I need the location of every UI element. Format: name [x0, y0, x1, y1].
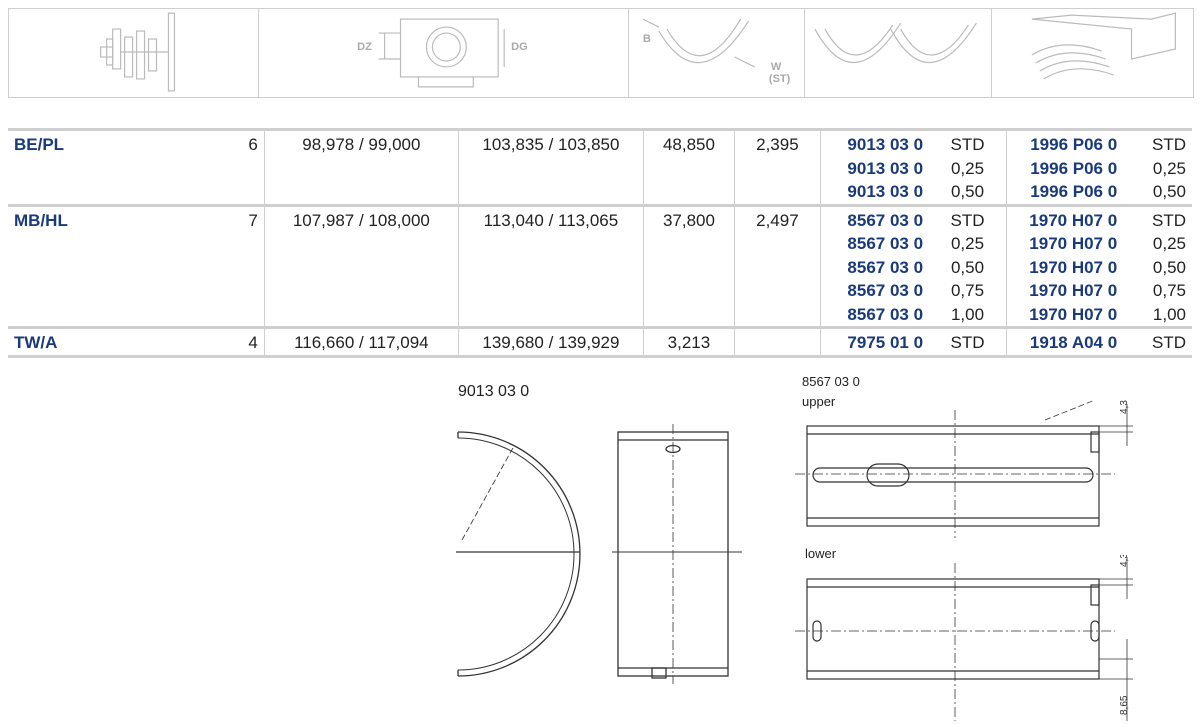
- part-number: 8567 03 0: [847, 304, 924, 324]
- row-size-b: STD 0,25 0,50 0,75 1,00: [1123, 203, 1192, 328]
- crankshaft-pictogram: [9, 9, 260, 97]
- part-number: 9013 03 0: [847, 182, 924, 201]
- size-value: 0,25: [1152, 158, 1186, 178]
- drawing-left-title: 9013 03 0: [458, 383, 530, 400]
- row-wall-thickness: [734, 326, 821, 358]
- dg-label: DG: [511, 41, 528, 53]
- bearing-shells-icon: [814, 22, 978, 64]
- row-width: 3,213: [643, 326, 735, 358]
- size-value: 1,00: [950, 304, 985, 324]
- part-number: 1970 H07 0: [1029, 210, 1118, 230]
- crankshaft-icon: [100, 12, 176, 92]
- row-qty: 6: [232, 128, 265, 205]
- size-value: STD: [1152, 135, 1186, 154]
- table-row: TW/A 4 116,660 / 117,094 139,680 / 139,9…: [8, 326, 1192, 358]
- row-width: 48,850: [643, 128, 735, 205]
- part-number: 1996 P06 0: [1030, 135, 1118, 154]
- size-value: STD: [950, 210, 985, 230]
- row-wall-thickness: 2,395: [734, 128, 821, 205]
- st-label: (ST): [768, 73, 791, 85]
- dim-upper: 4,3: [1119, 400, 1130, 414]
- size-value: 0,25: [1152, 234, 1186, 253]
- shell-pictogram: B W (ST): [629, 9, 806, 97]
- size-value: 1,00: [1152, 304, 1186, 324]
- header-pictograms: DZ DG B W (ST): [8, 8, 1194, 98]
- row-bore-diameter: 98,978 / 99,000: [264, 128, 459, 205]
- size-value: 0,50: [1152, 257, 1186, 277]
- thrust-washer-icon: [1031, 12, 1176, 80]
- size-value: 0,50: [950, 182, 985, 201]
- size-value: STD: [950, 135, 985, 154]
- part-number: 7975 01 0: [847, 333, 924, 352]
- dim-bottom: 8,65: [1119, 695, 1130, 715]
- row-size-b: STD 0,25 0,50: [1123, 128, 1192, 205]
- table-row: MB/HL 7 107,987 / 108,000 113,040 / 113,…: [8, 203, 1192, 328]
- dim-lower: 4,3: [1119, 555, 1130, 567]
- part-number: 9013 03 0: [847, 135, 924, 154]
- size-value: 0,50: [1152, 182, 1186, 201]
- row-bore-diameter: 116,660 / 117,094: [264, 326, 459, 358]
- row-part-b: 1918 A04 0: [1006, 326, 1124, 358]
- row-name: MB/HL: [8, 203, 233, 328]
- b-label: B: [642, 33, 651, 45]
- part-number: 8567 03 0: [847, 234, 924, 253]
- part-number: 8567 03 0: [847, 257, 924, 277]
- row-housing-diameter: 113,040 / 113,065: [458, 203, 644, 328]
- part-number: 9013 03 0: [847, 158, 924, 178]
- table-body: BE/PL 6 98,978 / 99,000 103,835 / 103,85…: [8, 128, 1192, 358]
- row-housing-diameter: 103,835 / 103,850: [458, 128, 644, 205]
- size-value: 0,25: [950, 158, 985, 178]
- thrust-washer-pictogram: [992, 9, 1193, 97]
- part-number: 1996 P06 0: [1030, 158, 1118, 178]
- row-part-a: 7975 01 0: [820, 326, 930, 358]
- row-name: TW/A: [8, 326, 233, 358]
- bore-pictogram: DZ DG: [259, 9, 629, 97]
- part-number: 8567 03 0: [847, 210, 924, 230]
- part-number: 1918 A04 0: [1029, 333, 1118, 352]
- part-number: 1970 H07 0: [1029, 234, 1118, 253]
- table-row: BE/PL 6 98,978 / 99,000 103,835 / 103,85…: [8, 128, 1192, 205]
- dz-label: DZ: [357, 41, 372, 53]
- shells-pair-pictogram: [805, 9, 992, 97]
- row-size-a: STD 0,25 0,50 0,75 1,00: [929, 203, 1007, 328]
- part-number: 1970 H07 0: [1029, 281, 1118, 300]
- drawing-right-title: 8567 03 0: [802, 374, 860, 389]
- row-wall-thickness: 2,497: [734, 203, 821, 328]
- size-value: 0,75: [950, 281, 985, 300]
- bore-diameter-icon: [378, 18, 505, 88]
- row-part-b: 1970 H07 0 1970 H07 0 1970 H07 0 1970 H0…: [1006, 203, 1124, 328]
- row-part-b: 1996 P06 0 1996 P06 0 1996 P06 0: [1006, 128, 1124, 205]
- part-number: 1970 H07 0: [1029, 257, 1118, 277]
- lower-shell-drawing: 4,3 8,65: [795, 555, 1133, 721]
- row-width: 37,800: [643, 203, 735, 328]
- size-value: STD: [1152, 333, 1186, 352]
- part-number: 1996 P06 0: [1030, 182, 1118, 201]
- row-part-a: 9013 03 0 9013 03 0 9013 03 0: [820, 128, 930, 205]
- part-number: 8567 03 0: [847, 281, 924, 300]
- row-bore-diameter: 107,987 / 108,000: [264, 203, 459, 328]
- upper-shell-drawing: 4,3: [795, 400, 1133, 538]
- size-value: STD: [1152, 210, 1186, 230]
- bearing-parts-table: BE/PL 6 98,978 / 99,000 103,835 / 103,85…: [8, 128, 1192, 358]
- size-value: 0,25: [950, 234, 985, 253]
- row-size-b: STD: [1123, 326, 1192, 358]
- row-size-a: STD: [929, 326, 1007, 358]
- size-value: STD: [950, 333, 985, 352]
- w-label: W: [770, 61, 782, 73]
- row-housing-diameter: 139,680 / 139,929: [458, 326, 644, 358]
- part-number: 1970 H07 0: [1029, 304, 1118, 324]
- row-qty: 7: [232, 203, 265, 328]
- half-shell-drawing: [456, 424, 742, 684]
- row-name: BE/PL: [8, 128, 233, 205]
- row-size-a: STD 0,25 0,50: [929, 128, 1007, 205]
- row-qty: 4: [232, 326, 265, 358]
- size-value: 0,50: [950, 257, 985, 277]
- size-value: 0,75: [1152, 281, 1186, 300]
- row-part-a: 8567 03 0 8567 03 0 8567 03 0 8567 03 0 …: [820, 203, 930, 328]
